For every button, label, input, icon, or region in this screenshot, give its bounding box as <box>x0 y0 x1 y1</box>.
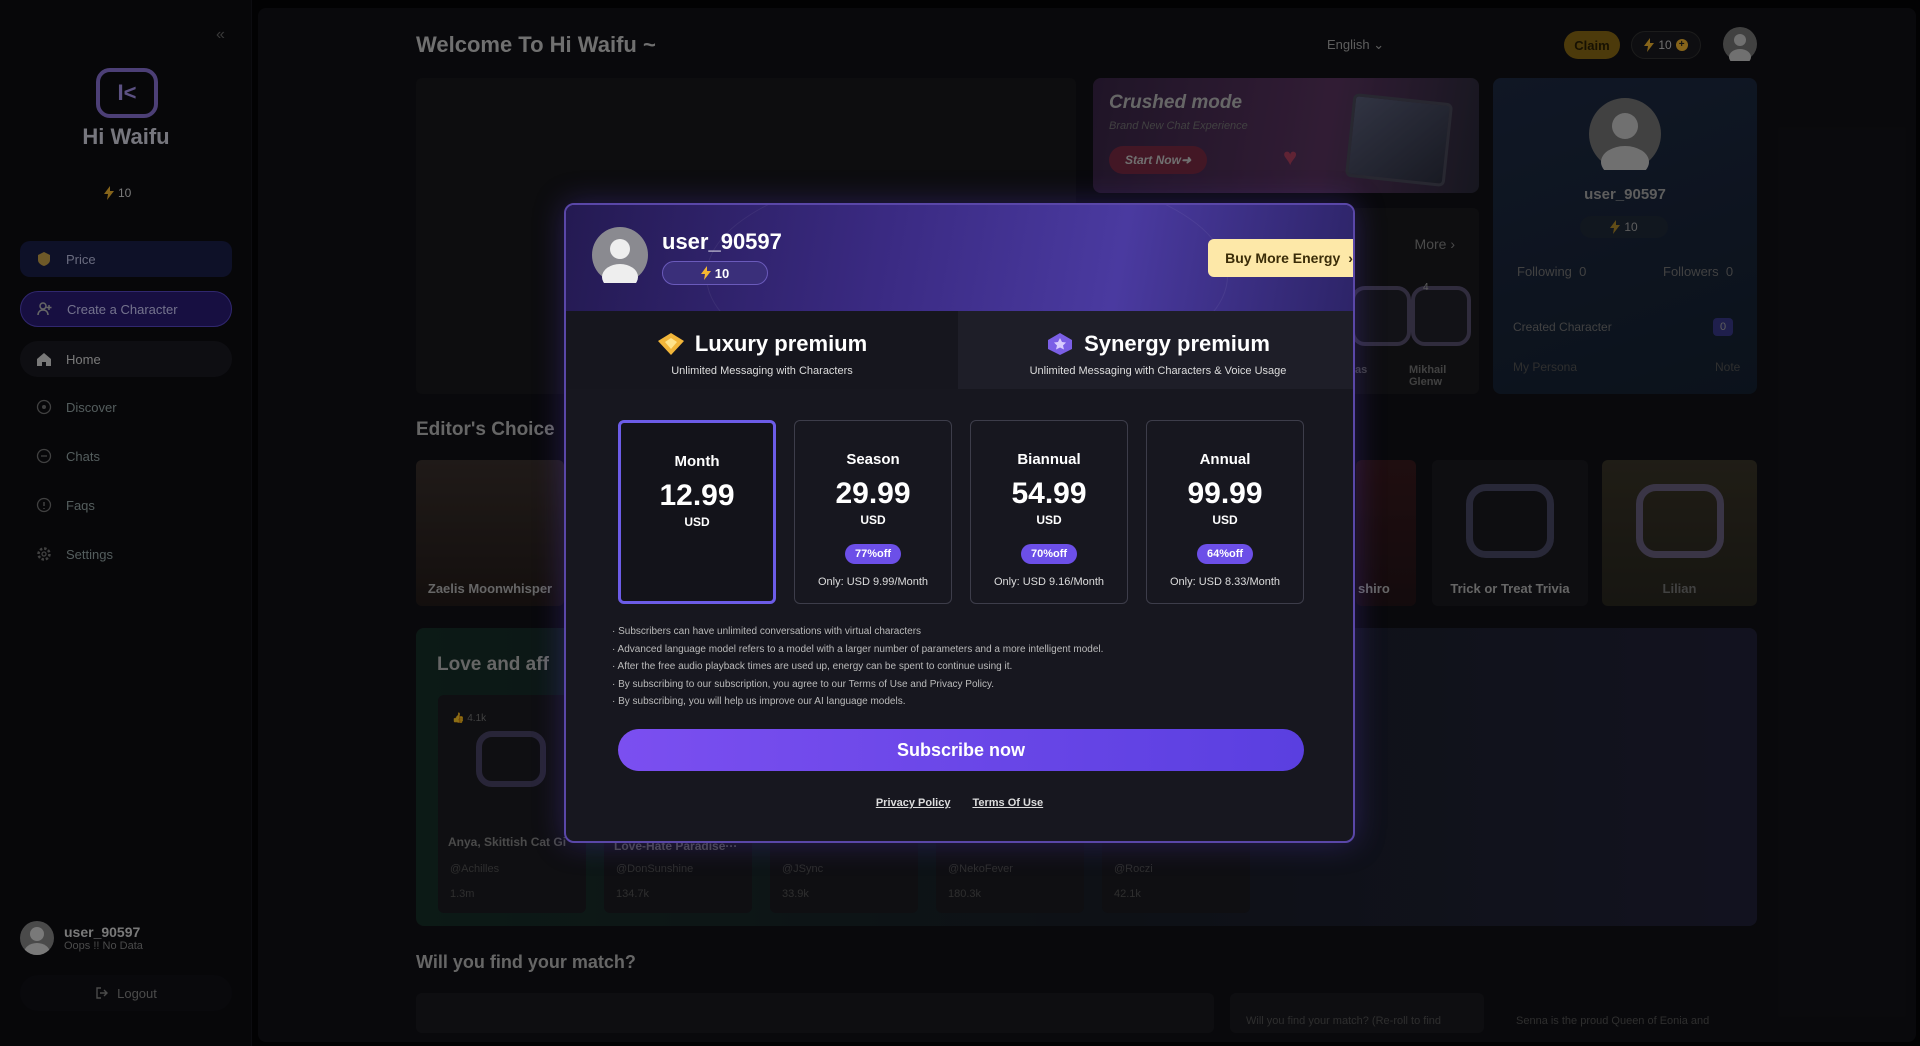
monthly-price: Only: USD 8.33/Month <box>1169 576 1281 588</box>
star-gem-icon <box>1048 333 1073 355</box>
chevron-right-icon: › <box>1348 250 1353 266</box>
plan-price: 54.99 <box>1011 477 1087 510</box>
legal-links: Privacy Policy Terms Of Use <box>566 797 1353 809</box>
modal-energy-value: 10 <box>714 265 730 281</box>
plan-name: Month <box>674 453 720 470</box>
plan-currency: USD <box>684 515 710 529</box>
plan-currency: USD <box>860 513 886 527</box>
crown-icon <box>657 333 684 355</box>
tab-subtitle: Unlimited Messaging with Characters <box>671 365 853 377</box>
tab-synergy-premium[interactable]: Synergy premium Unlimited Messaging with… <box>958 311 1353 389</box>
tab-luxury-premium[interactable]: Luxury premium Unlimited Messaging with … <box>566 311 958 389</box>
tab-subtitle: Unlimited Messaging with Characters & Vo… <box>1029 365 1287 377</box>
buy-more-energy-label: Buy More Energy <box>1225 250 1341 266</box>
note-line: · After the free audio playback times ar… <box>612 661 1013 673</box>
subscribe-now-button[interactable]: Subscribe now <box>618 729 1304 771</box>
discount-badge: 64%off <box>1197 544 1253 564</box>
bolt-icon <box>700 266 711 280</box>
subscription-modal: user_90597 10 Buy More Energy › Luxury p… <box>564 203 1355 843</box>
modal-username: user_90597 <box>662 229 782 254</box>
terms-of-use-link[interactable]: Terms Of Use <box>972 797 1043 809</box>
note-line: · Subscribers can have unlimited convers… <box>612 626 922 637</box>
modal-energy: 10 <box>662 261 768 285</box>
plan-season[interactable]: Season 29.99 USD 77%off Only: USD 9.99/M… <box>794 420 952 604</box>
tab-title: Synergy premium <box>1084 331 1270 356</box>
plan-name: Biannual <box>1017 451 1081 468</box>
monthly-price: Only: USD 9.16/Month <box>993 576 1105 588</box>
discount-badge: 77%off <box>845 544 901 564</box>
plan-currency: USD <box>1036 513 1062 527</box>
privacy-policy-link[interactable]: Privacy Policy <box>876 797 951 809</box>
modal-avatar <box>592 227 648 283</box>
plan-price: 12.99 <box>659 479 735 512</box>
plan-price: 99.99 <box>1187 477 1263 510</box>
discount-badge: 70%off <box>1021 544 1077 564</box>
plan-price: 29.99 <box>835 477 911 510</box>
plan-currency: USD <box>1212 513 1238 527</box>
plan-month[interactable]: Month 12.99 USD <box>618 420 776 604</box>
plan-name: Season <box>846 451 900 468</box>
note-line: · By subscribing, you will help us impro… <box>612 696 906 708</box>
plan-name: Annual <box>1199 451 1251 468</box>
note-line: · Advanced language model refers to a mo… <box>612 643 1104 655</box>
tab-title: Luxury premium <box>694 331 868 356</box>
buy-more-energy-button[interactable]: Buy More Energy › <box>1208 239 1353 277</box>
plan-biannual[interactable]: Biannual 54.99 USD 70%off Only: USD 9.16… <box>970 420 1128 604</box>
note-line: · By subscribing to our subscription, yo… <box>612 678 995 690</box>
monthly-price: Only: USD 9.99/Month <box>817 576 929 588</box>
subscription-notes: · Subscribers can have unlimited convers… <box>612 623 1103 711</box>
plan-annual[interactable]: Annual 99.99 USD 64%off Only: USD 8.33/M… <box>1146 420 1304 604</box>
